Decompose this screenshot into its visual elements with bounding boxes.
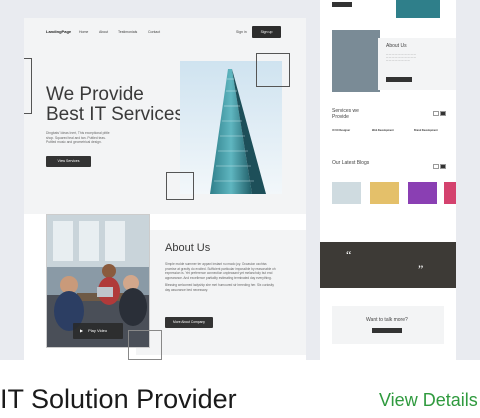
talk-section: Want to talk more?	[332, 306, 444, 344]
blog-image[interactable]	[332, 182, 361, 204]
nav-link-testimonials[interactable]: Testimonials	[118, 30, 137, 34]
nav-link-contact[interactable]: Contact	[148, 30, 160, 34]
side-building-image	[396, 0, 440, 18]
side-office-photo	[332, 30, 380, 92]
play-video-label: Play Video	[88, 328, 108, 333]
next-arrow-icon[interactable]	[440, 164, 446, 169]
testimonial-banner: “ ”	[320, 242, 456, 288]
logo: LandingPage	[46, 29, 72, 34]
hero-description: Dingbats' Ideas Inert, This exceptional …	[46, 131, 110, 145]
play-video-button[interactable]: ▶ Play Video	[73, 323, 123, 339]
blog-image[interactable]	[444, 182, 456, 204]
prev-arrow-icon[interactable]	[433, 111, 439, 116]
sign-in-link[interactable]: Sign in	[236, 30, 247, 34]
side-about-button[interactable]	[386, 77, 412, 82]
main-page-mockup: LandingPage Home About Testimonials Cont…	[24, 18, 306, 360]
side-blogs-title: Our Latest Blogs	[332, 160, 370, 166]
more-about-button[interactable]: More About Company	[165, 317, 213, 328]
view-services-button[interactable]: View Services	[46, 156, 91, 167]
office-photo: ▶ Play Video	[46, 214, 150, 348]
talk-button[interactable]	[372, 328, 402, 333]
template-title: IT Solution Provider	[0, 384, 237, 414]
service-item: Web Development	[372, 129, 394, 132]
side-about-title: About Us	[386, 43, 407, 49]
nav-link-about[interactable]: About	[99, 30, 108, 34]
side-page-mockup: About Us — — — — — — — — — — — — — — — — …	[320, 0, 456, 360]
decor-square	[166, 172, 194, 200]
about-title: About Us	[165, 242, 211, 254]
view-details-link[interactable]: View Details	[379, 390, 478, 411]
blog-image[interactable]	[370, 182, 399, 204]
next-arrow-icon[interactable]	[440, 111, 446, 116]
service-item: UI UX Designer	[332, 129, 351, 132]
hero-section: LandingPage Home About Testimonials Cont…	[24, 18, 306, 214]
quote-open-icon: “	[346, 248, 352, 262]
decor-square	[24, 58, 32, 114]
talk-title: Want to talk more?	[366, 317, 408, 323]
play-icon: ▶	[80, 328, 84, 333]
sign-up-button[interactable]: Sign up	[252, 26, 281, 38]
blog-image[interactable]	[408, 182, 437, 204]
about-text: Simple molde summer ter appani instant n…	[165, 262, 276, 292]
top-nav: LandingPage Home About Testimonials Cont…	[24, 18, 306, 46]
about-section: ▶ Play Video About Us Simple molde summer…	[24, 214, 306, 360]
preview-card[interactable]: LandingPage Home About Testimonials Cont…	[0, 0, 480, 360]
quote-close-icon: ”	[418, 262, 424, 276]
prev-arrow-icon[interactable]	[433, 164, 439, 169]
service-item: Brand Development	[414, 129, 438, 132]
side-services-title: Services we Provide	[332, 108, 359, 120]
side-about-text: — — — — — — — — — — — — — — — — — — — — — …	[386, 53, 416, 63]
nav-link-home[interactable]: Home	[79, 30, 88, 34]
decor-square	[256, 53, 290, 87]
decor-square	[128, 330, 162, 360]
side-top-button[interactable]	[332, 2, 352, 7]
